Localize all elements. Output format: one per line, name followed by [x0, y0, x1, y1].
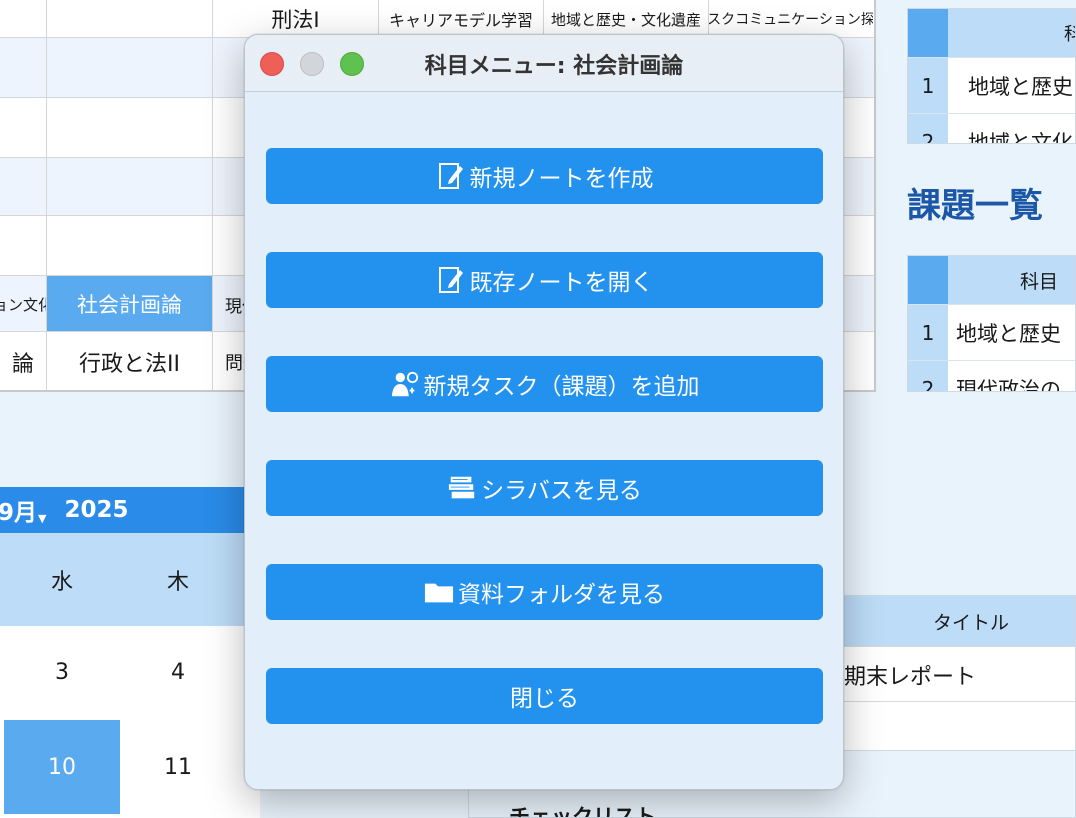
- button-label: シラバスを見る: [481, 478, 642, 504]
- subject-list-panel: 科 1 地域と歴史 2 地域と文化: [907, 8, 1076, 144]
- calendar-day-selected[interactable]: 10: [4, 720, 120, 814]
- column-header: タイトル: [933, 611, 1010, 634]
- button-label: 新規ノートを作成: [469, 166, 654, 192]
- timetable-cell-selected[interactable]: 社会計画論: [47, 276, 212, 331]
- calendar-day[interactable]: 3: [4, 626, 120, 718]
- row-number: 1: [908, 58, 948, 113]
- note-pencil-icon: [436, 161, 466, 191]
- row-number: 2: [908, 114, 948, 143]
- row-number: 2: [908, 361, 948, 391]
- calendar-day[interactable]: 11: [120, 720, 236, 814]
- column-header: 科: [1064, 9, 1075, 57]
- calendar-grid: 3 4 10 11: [0, 626, 260, 818]
- row-text: 地域と歴史: [956, 321, 1061, 346]
- row-number: 1: [908, 305, 948, 360]
- assignments-title: 課題一覧: [907, 186, 1043, 226]
- checklist-label: チェックリスト: [509, 805, 656, 818]
- weekday-label: 水: [50, 569, 73, 595]
- books-icon: [447, 473, 477, 503]
- row-text: 現代政治の: [956, 377, 1061, 392]
- row-text: 期末レポート: [844, 664, 977, 690]
- folder-icon: [424, 577, 454, 607]
- timetable-cell[interactable]: キャリアモデル学習: [379, 0, 543, 38]
- button-label: 資料フォルダを見る: [458, 582, 665, 608]
- month-select[interactable]: 9月 ▼: [0, 493, 46, 527]
- timetable-header-row: 刑法I キャリアモデル学習 地域と歴史・文化遺産 リスクコミュニケーション探究: [0, 0, 874, 38]
- assignments-panel: 科目 1 地域と歴史 2 現代政治の: [907, 255, 1076, 392]
- table-row[interactable]: 2 現代政治の: [908, 360, 1075, 392]
- table-row[interactable]: 1 地域と歴史: [908, 57, 1075, 113]
- button-label: 閉じる: [510, 686, 579, 712]
- timetable-cell[interactable]: ョン文化: [0, 276, 46, 332]
- view-materials-folder-button[interactable]: 資料フォルダを見る: [266, 564, 823, 620]
- weekday-label: 木: [166, 569, 189, 595]
- chevron-down-icon: ▼: [38, 512, 47, 525]
- year-label[interactable]: 2025: [64, 497, 128, 523]
- button-label: 既存ノートを開く: [469, 270, 654, 296]
- view-syllabus-button[interactable]: シラバスを見る: [266, 460, 823, 516]
- table-row[interactable]: 1 地域と歴史: [908, 304, 1075, 360]
- button-label: 新規タスク（課題）を追加: [423, 374, 700, 400]
- calendar-day[interactable]: 4: [120, 626, 236, 718]
- add-task-button[interactable]: 新規タスク（課題）を追加: [266, 356, 823, 412]
- month-label: 9月: [0, 500, 38, 526]
- subject-menu-dialog: 科目メニュー: 社会計画論 新規ノートを作成 既存ノートを開く 新規タスク（課題…: [244, 34, 844, 790]
- row-text: 地域と文化: [968, 130, 1073, 144]
- timetable-cell[interactable]: 地域と歴史・文化遺産: [544, 0, 708, 38]
- timetable-cell[interactable]: 行政と法II: [47, 332, 212, 390]
- timetable-cell[interactable]: 刑法I: [213, 0, 378, 38]
- table-header: 科: [908, 9, 1075, 57]
- table-row[interactable]: 2 地域と文化: [908, 113, 1075, 144]
- row-text: 地域と歴史: [968, 74, 1073, 99]
- timetable-cell[interactable]: 論: [0, 332, 46, 390]
- close-button[interactable]: 閉じる: [266, 668, 823, 724]
- person-task-icon: [390, 369, 420, 399]
- new-note-button[interactable]: 新規ノートを作成: [266, 148, 823, 204]
- column-header: 科目: [1020, 270, 1059, 293]
- calendar-header: 9月 ▼ 2025: [0, 487, 260, 533]
- calendar-weekday-row: 水 木: [0, 533, 260, 626]
- dialog-title: 科目メニュー: 社会計画論: [424, 53, 684, 79]
- title-bar: 科目メニュー: 社会計画論: [245, 35, 843, 92]
- note-pencil-icon: [436, 265, 466, 295]
- timetable-cell[interactable]: リスクコミュニケーション探究: [709, 0, 873, 38]
- open-note-button[interactable]: 既存ノートを開く: [266, 252, 823, 308]
- table-header: 科目: [908, 256, 1075, 304]
